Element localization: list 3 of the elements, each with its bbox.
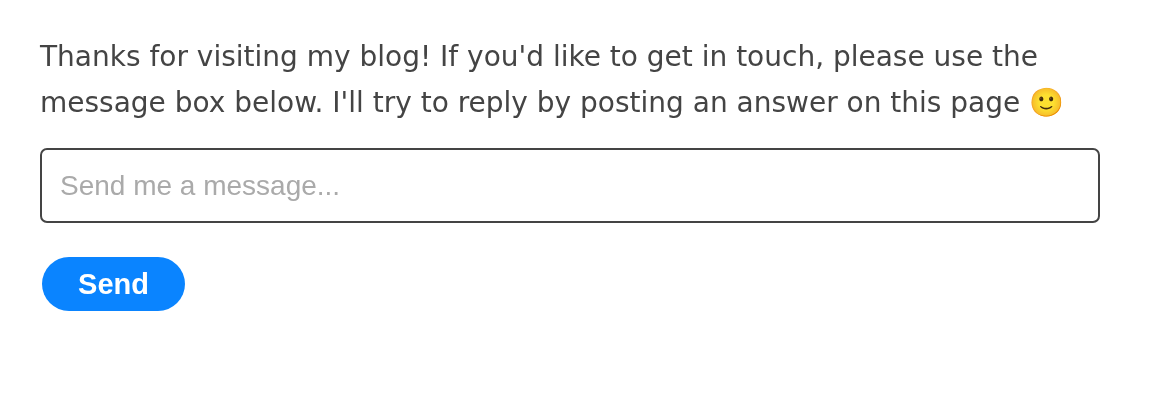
intro-text: Thanks for visiting my blog! If you'd like to get in touch, please use the message box below. I'll try to reply by posting an answer on this page 🙂 <box>40 40 1065 119</box>
send-button[interactable]: Send <box>42 257 185 311</box>
message-field[interactable]: Send me a message... <box>40 148 1100 223</box>
